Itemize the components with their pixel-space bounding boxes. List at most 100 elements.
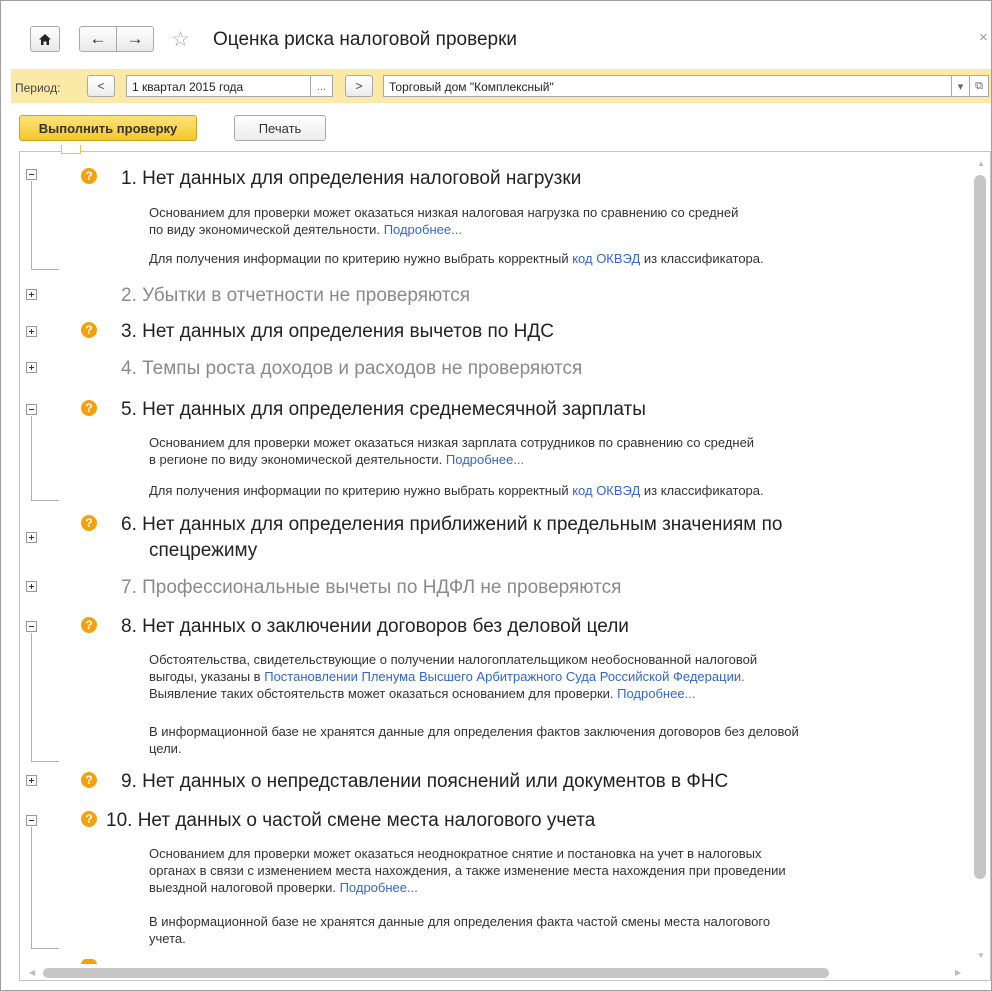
item-1-heading: 1. Нет данных для определения налоговой …	[121, 168, 582, 189]
item-5-more-link[interactable]: Подробнее...	[446, 452, 524, 467]
item-8-desc: Обстоятельства, свидетельствующие о полу…	[149, 651, 757, 702]
chevron-down-icon: ▾	[957, 80, 964, 93]
tree-line	[31, 500, 59, 501]
expand-icon[interactable]	[26, 326, 37, 337]
item-4-heading: 4. Темпы роста доходов и расходов не про…	[121, 358, 583, 379]
hint-text: из классификатора.	[643, 483, 764, 498]
item-10-desc-line: Основанием для проверки может оказаться …	[149, 846, 762, 861]
item-8-note: В информационной базе не хранятся данные…	[149, 723, 799, 757]
question-icon[interactable]: ?	[81, 400, 97, 416]
scroll-up-icon[interactable]: ▲	[977, 159, 985, 168]
item-8-resolution-link[interactable]: Постановлении Пленума Высшего Арбитражно…	[264, 669, 745, 684]
collapse-icon[interactable]	[26, 404, 37, 415]
item-8-desc-line: выгоды, указаны в	[149, 669, 261, 684]
item-10-more-link[interactable]: Подробнее...	[340, 880, 418, 895]
collapse-icon[interactable]	[26, 169, 37, 180]
question-icon[interactable]: ?	[81, 322, 97, 338]
scroll-left-icon[interactable]: ◀	[29, 968, 35, 977]
expand-icon[interactable]	[26, 362, 37, 373]
item-5-hint: Для получения информации по критерию нуж…	[149, 482, 764, 499]
item-8-note-line: В информационной базе не хранятся данные…	[149, 724, 799, 739]
print-button[interactable]: Печать	[234, 115, 326, 141]
vertical-scroll-thumb[interactable]	[974, 175, 986, 879]
hint-text: Для получения информации по критерию нуж…	[149, 251, 569, 266]
item-10-desc-line: органах в связи с изменением места нахож…	[149, 863, 786, 878]
item-6-heading-line: 6. Нет данных для определения приближени…	[121, 514, 783, 535]
period-label: Период:	[15, 81, 61, 95]
item-1-more-link[interactable]: Подробнее...	[384, 222, 462, 237]
item-8-heading: 8. Нет данных о заключении договоров без…	[121, 616, 629, 637]
expand-icon[interactable]	[26, 775, 37, 786]
question-icon[interactable]: ?	[81, 515, 97, 531]
tree-line	[31, 633, 32, 761]
item-5-desc-line: Основанием для проверки может оказаться …	[149, 435, 755, 450]
question-icon	[81, 959, 97, 964]
item-10-desc-line: выездной налоговой проверки.	[149, 880, 336, 895]
period-prev-button[interactable]: <	[87, 75, 115, 97]
period-next-button[interactable]: >	[345, 75, 373, 97]
organization-dropdown[interactable]: ▾	[952, 75, 970, 97]
item-5-desc-line: в регионе по виду экономической деятельн…	[149, 452, 443, 467]
item-6-heading: 6. Нет данных для определения приближени…	[121, 512, 782, 564]
period-bar: Период: < 1 квартал 2015 года ... > Торг…	[11, 69, 991, 103]
item-8-more-link[interactable]: Подробнее...	[617, 686, 695, 701]
question-icon[interactable]: ?	[81, 617, 97, 633]
focus-marker	[61, 145, 81, 154]
history-nav: ← →	[79, 26, 154, 52]
star-icon[interactable]: ☆	[171, 27, 190, 52]
home-button[interactable]	[30, 26, 60, 52]
title-bar: ← → ☆ Оценка риска налоговой проверки ×	[1, 1, 991, 67]
tree-line	[31, 181, 32, 269]
period-field[interactable]: 1 квартал 2015 года	[126, 75, 311, 97]
app-window: ← → ☆ Оценка риска налоговой проверки × …	[0, 0, 992, 991]
close-icon[interactable]: ×	[979, 29, 988, 46]
organization-open-button[interactable]: ⧉	[970, 75, 989, 97]
item-10-note: В информационной базе не хранятся данные…	[149, 913, 770, 947]
question-icon[interactable]: ?	[81, 772, 97, 788]
collapse-icon[interactable]	[26, 621, 37, 632]
item-2-heading: 2. Убытки в отчетности не проверяются	[121, 285, 471, 306]
expand-icon[interactable]	[26, 289, 37, 300]
item-1-desc-line: по виду экономической деятельности.	[149, 222, 381, 237]
item-1-desc-line: Основанием для проверки может оказаться …	[149, 205, 739, 220]
tree-line	[31, 416, 32, 500]
arrow-right-icon: →	[126, 29, 144, 48]
hint-text: Для получения информации по критерию нуж…	[149, 483, 569, 498]
item-5-desc: Основанием для проверки может оказаться …	[149, 434, 754, 468]
scroll-down-icon[interactable]: ▼	[977, 951, 985, 960]
question-icon[interactable]: ?	[81, 168, 97, 184]
open-link-icon: ⧉	[975, 79, 983, 92]
item-5-okved-link[interactable]: код ОКВЭД	[572, 483, 640, 498]
collapse-icon[interactable]	[26, 815, 37, 826]
organization-field[interactable]: Торговый дом "Комплексный"	[383, 75, 952, 97]
question-icon[interactable]: ?	[81, 811, 97, 827]
back-button[interactable]: ←	[80, 27, 116, 51]
run-check-button[interactable]: Выполнить проверку	[19, 115, 197, 141]
item-1-okved-link[interactable]: код ОКВЭД	[572, 251, 640, 266]
tree-line	[31, 269, 59, 270]
tree-line	[31, 827, 32, 948]
item-7-heading: 7. Профессиональные вычеты по НДФЛ не пр…	[121, 577, 622, 598]
item-1-desc: Основанием для проверки может оказаться …	[149, 204, 738, 238]
hint-text: из классификатора.	[643, 251, 764, 266]
horizontal-scroll-thumb[interactable]	[43, 968, 829, 978]
item-3-heading: 3. Нет данных для определения вычетов по…	[121, 321, 554, 342]
item-10-note-line: учета.	[149, 931, 186, 946]
expand-icon[interactable]	[26, 581, 37, 592]
scroll-right-icon[interactable]: ▶	[955, 968, 961, 977]
item-8-desc-line: Выявление таких обстоятельств может оказ…	[149, 686, 614, 701]
item-10-desc: Основанием для проверки может оказаться …	[149, 845, 786, 896]
window-title: Оценка риска налоговой проверки	[213, 29, 518, 50]
home-icon	[39, 33, 51, 45]
item-6-heading-line: спецрежиму	[149, 540, 258, 561]
item-5-heading: 5. Нет данных для определения среднемеся…	[121, 399, 646, 420]
item-10-note-line: В информационной базе не хранятся данные…	[149, 914, 771, 929]
forward-button[interactable]: →	[116, 27, 153, 51]
item-9-heading: 9. Нет данных о непредставлении пояснени…	[121, 771, 729, 792]
tree-line	[31, 761, 59, 762]
expand-icon[interactable]	[26, 532, 37, 543]
tree-line	[31, 948, 59, 949]
item-8-desc-line: Обстоятельства, свидетельствующие о полу…	[149, 652, 758, 667]
item-8-note-line: цели.	[149, 741, 182, 756]
period-select-button[interactable]: ...	[311, 75, 333, 97]
